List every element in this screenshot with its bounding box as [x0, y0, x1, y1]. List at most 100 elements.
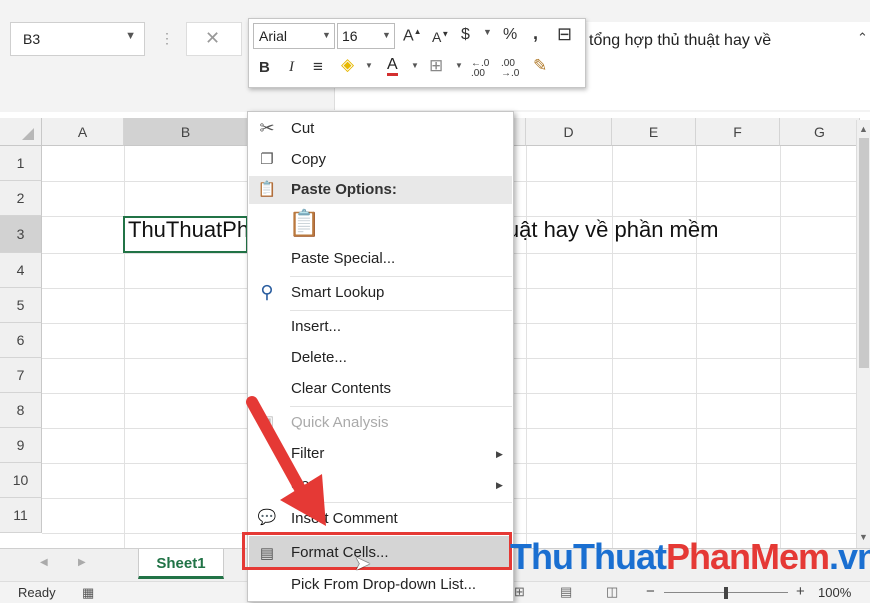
- align-center-icon[interactable]: ≡: [313, 57, 323, 77]
- zoom-in-button[interactable]: +: [796, 583, 805, 600]
- column-header-f[interactable]: F: [696, 118, 780, 146]
- row-header-9[interactable]: 9: [0, 428, 42, 463]
- row-header-7[interactable]: 7: [0, 358, 42, 393]
- comma-style-button[interactable]: ,: [533, 23, 538, 44]
- name-box-value: B3: [23, 31, 41, 47]
- menu-item-delete[interactable]: Delete...: [291, 349, 347, 366]
- chevron-down-icon[interactable]: ▼: [382, 30, 391, 40]
- chevron-down-icon[interactable]: ▼: [483, 27, 492, 37]
- bold-button[interactable]: B: [259, 59, 270, 76]
- menu-item-pick-from-list[interactable]: Pick From Drop-down List...: [291, 576, 476, 593]
- mouse-cursor-icon: ➤: [354, 553, 371, 575]
- row-header-10[interactable]: 10: [0, 463, 42, 498]
- chevron-down-icon[interactable]: ▼: [365, 61, 373, 70]
- chevron-down-icon[interactable]: ▼: [455, 61, 463, 70]
- menu-item-cut[interactable]: Cut: [291, 120, 314, 137]
- smart-lookup-icon: ⚲: [260, 282, 274, 302]
- decrease-font-glyph: A: [432, 29, 442, 45]
- row-header-11[interactable]: 11: [0, 498, 42, 533]
- gridline: [526, 146, 527, 548]
- page-break-icon[interactable]: ◫: [606, 584, 618, 600]
- menu-item-insert[interactable]: Insert...: [291, 318, 341, 335]
- watermark-part: PhanMem: [665, 536, 830, 577]
- decrease-font-button[interactable]: A▼: [432, 29, 449, 45]
- column-header-a[interactable]: A: [42, 118, 124, 146]
- vertical-scrollbar[interactable]: ▲ ▼: [856, 120, 870, 550]
- normal-view-icon[interactable]: ⊞: [514, 584, 525, 600]
- chevron-up-icon[interactable]: ⌃: [857, 30, 868, 46]
- paste-clipboard-icon[interactable]: 📋: [288, 208, 320, 239]
- zoom-level[interactable]: 100%: [818, 585, 851, 600]
- watermark-part: ThuThuat: [510, 536, 667, 577]
- merge-center-icon[interactable]: ⊟: [557, 24, 572, 45]
- status-text: Ready: [18, 585, 56, 600]
- scroll-up-icon[interactable]: ▲: [859, 124, 868, 134]
- accounting-format-button[interactable]: $: [461, 26, 470, 44]
- row-header-3[interactable]: 3: [0, 216, 42, 253]
- clipboard-icon: 📋: [257, 181, 277, 198]
- format-painter-icon[interactable]: ✎: [533, 56, 547, 76]
- menu-item-paste-special[interactable]: Paste Special...: [291, 250, 395, 267]
- separator: [290, 310, 512, 311]
- select-all-corner[interactable]: [0, 118, 42, 146]
- row-header-2[interactable]: 2: [0, 181, 42, 216]
- formula-text: tổng hợp thủ thuật hay về: [589, 32, 772, 49]
- font-color-button[interactable]: A: [387, 57, 398, 76]
- mini-toolbar: Arial ▼ 16 ▼ A▲ A▼ $ ▼ % , ⊟ B I ≡ ◈ ▼ A…: [248, 18, 586, 88]
- scroll-thumb[interactable]: [859, 138, 869, 368]
- close-icon: ✕: [205, 28, 221, 48]
- name-box[interactable]: B3 ▼: [10, 22, 145, 56]
- zoom-out-button[interactable]: −: [646, 583, 655, 600]
- column-header-d[interactable]: D: [526, 118, 612, 146]
- copy-icon: ❐: [260, 151, 274, 168]
- gridline: [124, 146, 125, 548]
- font-size-value: 16: [342, 28, 358, 44]
- watermark-logo: ThuThuatPhanMem.vn: [510, 536, 870, 578]
- gridline: [780, 146, 781, 548]
- row-header-5[interactable]: 5: [0, 288, 42, 323]
- chevron-down-icon[interactable]: ▼: [411, 61, 419, 70]
- column-header-g[interactable]: G: [780, 118, 860, 146]
- submenu-arrow-icon: ▶: [496, 449, 503, 459]
- chevron-down-icon[interactable]: ▼: [125, 30, 136, 42]
- submenu-arrow-icon: ▶: [496, 480, 503, 490]
- cancel-button[interactable]: ✕: [186, 22, 242, 56]
- separator: [290, 276, 512, 277]
- increase-decimal-button[interactable]: ←.0 .00: [471, 59, 497, 79]
- annotation-highlight-box: [242, 532, 512, 570]
- column-header-e[interactable]: E: [612, 118, 696, 146]
- font-size-select[interactable]: 16 ▼: [337, 23, 395, 49]
- row-header-1[interactable]: 1: [0, 146, 42, 181]
- row-header-4[interactable]: 4: [0, 253, 42, 288]
- tab-prev-icon[interactable]: ◀: [40, 557, 48, 568]
- drag-handle-icon[interactable]: ⋮: [160, 30, 174, 47]
- menu-item-copy[interactable]: Copy: [291, 151, 326, 168]
- font-name-value: Arial: [259, 28, 288, 44]
- increase-font-button[interactable]: A▲: [403, 27, 422, 45]
- row-header-8[interactable]: 8: [0, 393, 42, 428]
- percent-style-button[interactable]: %: [503, 26, 517, 44]
- selected-cell-b3[interactable]: [123, 216, 248, 253]
- gridline: [612, 146, 613, 548]
- menu-item-smart-lookup[interactable]: Smart Lookup: [291, 284, 384, 301]
- tab-next-icon[interactable]: ▶: [78, 557, 86, 568]
- page-layout-icon[interactable]: ▤: [560, 584, 572, 600]
- row-header-6[interactable]: 6: [0, 323, 42, 358]
- italic-button[interactable]: I: [289, 59, 294, 76]
- borders-icon[interactable]: ⊞: [429, 56, 443, 76]
- watermark-part: .vn: [829, 536, 870, 577]
- annotation-arrow: [246, 396, 326, 526]
- select-all-triangle-icon: [22, 128, 34, 140]
- decrease-decimal-button[interactable]: .00 →.0: [501, 59, 527, 79]
- gridline: [696, 146, 697, 548]
- zoom-slider-handle[interactable]: [724, 587, 728, 599]
- macro-record-icon[interactable]: ▦: [82, 585, 94, 601]
- chevron-down-icon[interactable]: ▼: [322, 30, 331, 40]
- sheet-tab-sheet1[interactable]: Sheet1: [138, 549, 224, 579]
- increase-font-glyph: A: [403, 27, 414, 45]
- fill-color-icon[interactable]: ◈: [341, 55, 354, 75]
- font-name-select[interactable]: Arial ▼: [253, 23, 335, 49]
- column-header-b[interactable]: B: [124, 118, 248, 146]
- scissors-icon: ✂: [259, 118, 275, 138]
- paste-options-header: Paste Options:: [291, 181, 397, 198]
